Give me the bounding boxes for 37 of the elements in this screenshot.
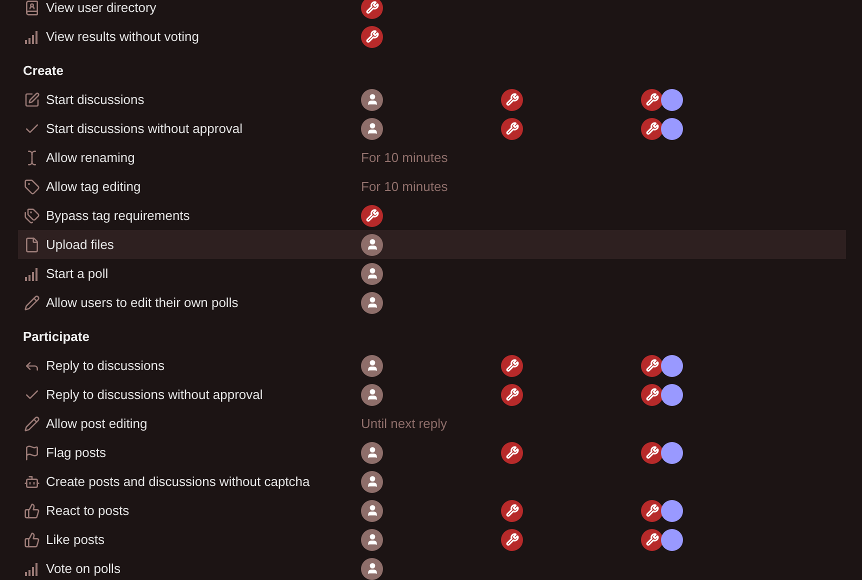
pencil-icon xyxy=(24,416,40,432)
permission-label: Bypass tag requirements xyxy=(46,206,190,225)
permission-label: View results without voting xyxy=(46,28,199,46)
permission-label: Allow tag editing xyxy=(46,178,141,196)
permission-label: Create posts and discussions without captcha xyxy=(46,472,310,491)
thumbs-up-icon xyxy=(24,502,40,518)
permission-label: Start discussions xyxy=(46,90,144,109)
permission-label: Reply to discussions without approval xyxy=(46,386,263,404)
tag-icon xyxy=(24,178,40,194)
pencil-icon xyxy=(24,294,40,310)
permission-label: Allow users to edit their own polls xyxy=(46,294,238,312)
permission-label: Start discussions without approval xyxy=(46,120,243,138)
tags-icon xyxy=(24,208,40,224)
address-book-icon xyxy=(24,0,40,16)
permission-label: Upload files xyxy=(46,236,114,254)
permission-value[interactable]: Until next reply xyxy=(361,414,447,434)
permission-label: View user directory xyxy=(46,0,156,17)
permission-label: React to posts xyxy=(46,502,130,520)
robot-icon xyxy=(24,474,40,490)
signal-bars-icon xyxy=(24,560,40,576)
section-heading: Participate xyxy=(22,328,90,346)
signal-bars-icon xyxy=(24,28,40,44)
permission-label: Flag posts xyxy=(46,444,106,462)
permission-label: Vote on polls xyxy=(46,560,120,578)
signal-bars-icon xyxy=(24,266,40,282)
thumbs-up-icon xyxy=(24,532,40,548)
flag-icon xyxy=(24,444,40,460)
file-icon xyxy=(24,236,40,252)
permission-label: Allow post editing xyxy=(46,414,148,433)
section-heading: Create xyxy=(22,62,64,80)
pen-square-icon xyxy=(24,92,40,108)
permission-label: Reply to discussions xyxy=(46,356,164,375)
permission-label: Allow renaming xyxy=(46,148,135,167)
permission-value[interactable]: For 10 minutes xyxy=(361,148,448,168)
permission-label: Like posts xyxy=(46,530,105,549)
permission-label: Start a poll xyxy=(46,264,108,283)
permission-value[interactable]: For 10 minutes xyxy=(361,176,448,196)
